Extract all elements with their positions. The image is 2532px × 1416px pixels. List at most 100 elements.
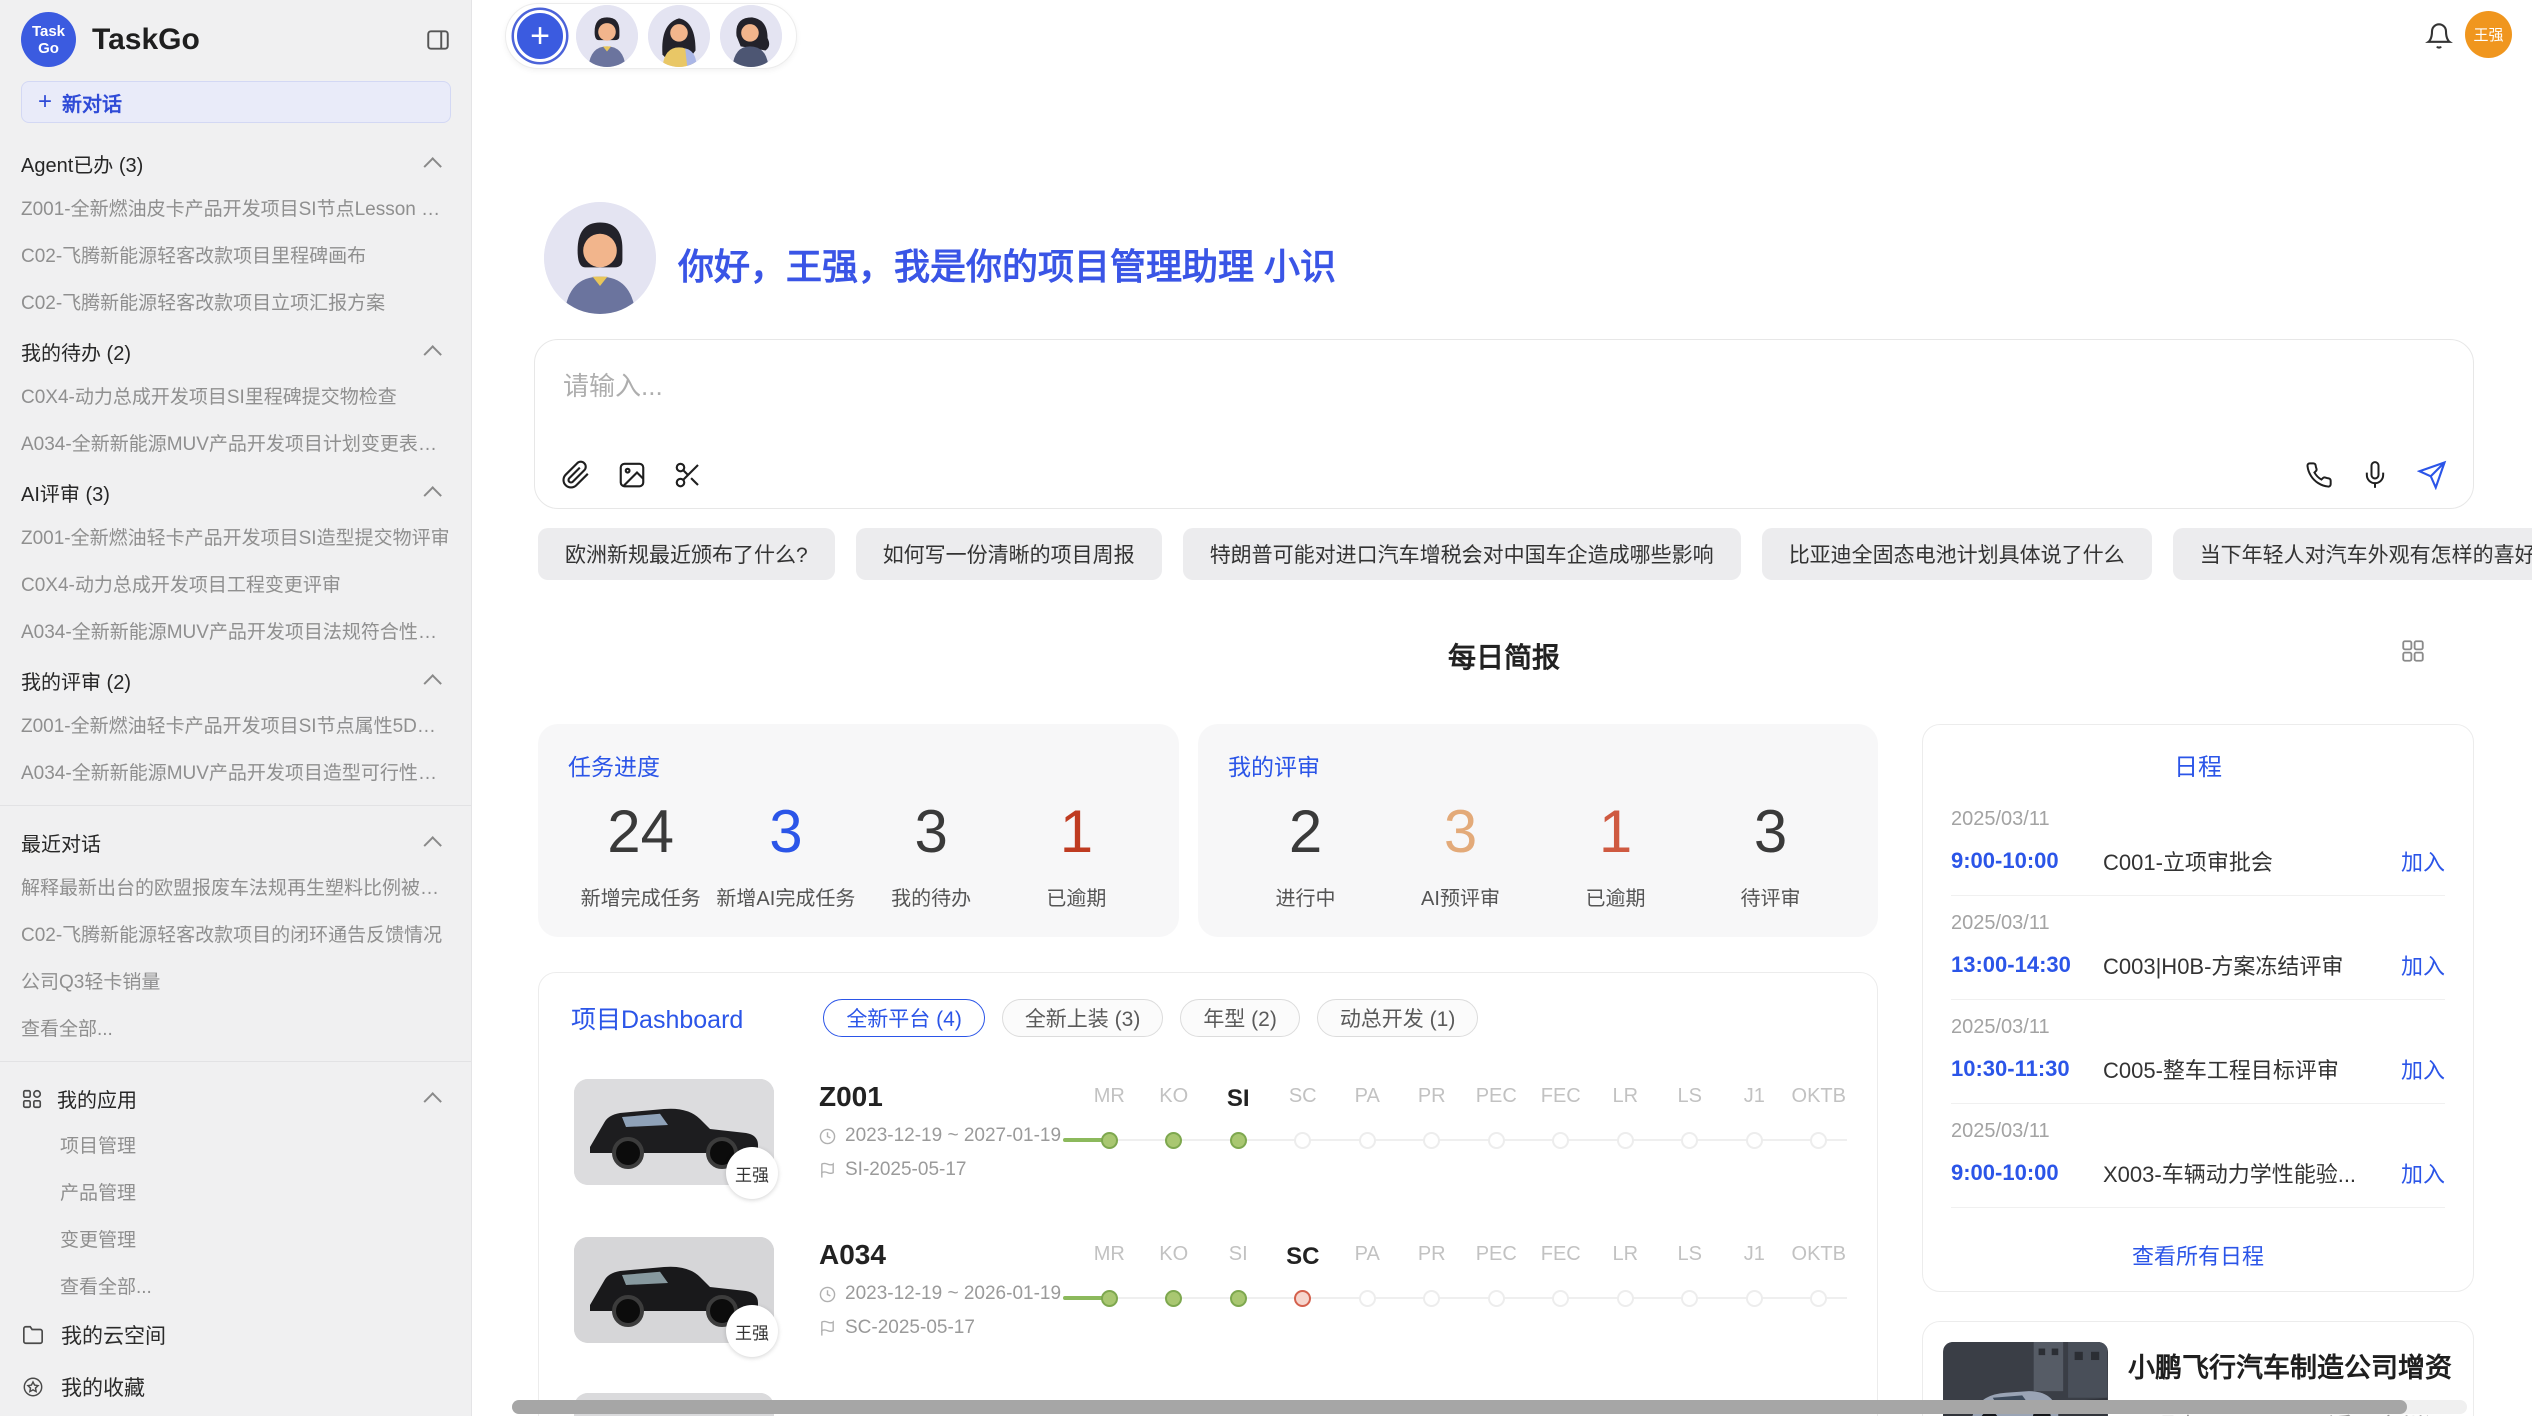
milestone-dot[interactable] (1617, 1290, 1634, 1307)
collapse-sidebar-icon[interactable] (425, 27, 451, 53)
schedule-item: 2025/03/11 10:30-11:30 C005-整车工程目标评审 加入 (1951, 1000, 2445, 1104)
list-item[interactable]: C02-飞腾新能源轻客改款项目里程碑画布 (0, 231, 471, 278)
schedule-event-name: C003|H0B-方案冻结评审 (2103, 949, 2401, 981)
milestone-timeline: MRKOSISCPAPRPECFECLRLSJ1OKTB (1077, 1085, 1851, 1185)
schedule-item: 2025/03/11 13:00-14:30 C003|H0B-方案冻结评审 加… (1951, 896, 2445, 1000)
sidebar-item-product-mgmt[interactable]: 产品管理 (0, 1168, 471, 1215)
milestone-dot[interactable] (1488, 1290, 1505, 1307)
milestone-dot[interactable] (1552, 1290, 1569, 1307)
tab-model-year[interactable]: 年型 (2) (1180, 999, 1300, 1037)
milestone-dot[interactable] (1230, 1290, 1247, 1307)
new-chat-button[interactable]: + 新对话 (21, 81, 451, 123)
chat-input-box[interactable]: 请输入... (534, 339, 2474, 509)
join-link[interactable]: 加入 (2401, 845, 2445, 877)
sidebar-item-change-mgmt[interactable]: 变更管理 (0, 1215, 471, 1262)
send-icon[interactable] (2417, 460, 2447, 490)
milestone-dot[interactable] (1681, 1290, 1698, 1307)
milestone-dot[interactable] (1488, 1132, 1505, 1149)
view-all-chats[interactable]: 查看全部... (0, 1004, 471, 1051)
section-ai-review[interactable]: AI评审 (3) (0, 466, 471, 513)
avatar[interactable] (576, 5, 638, 67)
section-recent-chats[interactable]: 最近对话 (0, 816, 471, 863)
list-item[interactable]: 解释最新出台的欧盟报废车法规再生塑料比例被调至15%... (0, 863, 471, 910)
project-row[interactable]: 王强 Z001 2023-12-19 ~ 2027-01-19 SI-2025-… (539, 1079, 1877, 1185)
list-item[interactable]: C0X4-动力总成开发项目工程变更评审 (0, 560, 471, 607)
list-item[interactable]: A034-全新新能源MUV产品开发项目计划变更表编写 (0, 419, 471, 466)
suggestion-chip[interactable]: 欧洲新规最近颁布了什么? (538, 528, 835, 580)
suggestion-chip[interactable]: 如何写一份清晰的项目周报 (856, 528, 1162, 580)
join-link[interactable]: 加入 (2401, 949, 2445, 981)
daily-brief-header: 每日简报 (534, 636, 2474, 676)
image-upload-icon[interactable] (617, 460, 647, 490)
list-item[interactable]: A034-全新新能源MUV产品开发项目法规符合性评审 (0, 607, 471, 654)
horizontal-scrollbar-thumb[interactable] (512, 1400, 2407, 1414)
milestone-dot[interactable] (1746, 1132, 1763, 1149)
list-item[interactable]: C0X4-动力总成开发项目SI里程碑提交物检查 (0, 372, 471, 419)
milestone-dot[interactable] (1230, 1132, 1247, 1149)
sidebar-item-my-apps[interactable]: 我的应用 (0, 1072, 471, 1121)
milestone-dot[interactable] (1423, 1290, 1440, 1307)
suggestion-chip[interactable]: 比亚迪全固态电池计划具体说了什么 (1762, 528, 2152, 580)
view-all-schedule-link[interactable]: 查看所有日程 (1951, 1239, 2445, 1275)
section-my-todo[interactable]: 我的待办 (2) (0, 325, 471, 372)
schedule-event-name: X003-车辆动力学性能验... (2103, 1157, 2401, 1189)
notification-bell-icon[interactable] (2425, 22, 2453, 50)
join-link[interactable]: 加入 (2401, 1053, 2445, 1085)
milestone-dot[interactable] (1552, 1132, 1569, 1149)
sidebar-item-favorites[interactable]: 我的收藏 (0, 1361, 471, 1413)
task-progress-card: 任务进度 24新增完成任务 3新增AI完成任务 3我的待办 1已逾期 (538, 724, 1179, 937)
attachment-icon[interactable] (561, 460, 591, 490)
milestone-dot[interactable] (1165, 1132, 1182, 1149)
list-item[interactable]: C02-飞腾新能源轻客改款项目的闭环通告反馈情况 (0, 910, 471, 957)
milestone-dot[interactable] (1294, 1290, 1311, 1307)
milestone-dot[interactable] (1810, 1290, 1827, 1307)
layout-grid-icon[interactable] (2400, 638, 2426, 664)
join-link[interactable]: 加入 (2401, 1157, 2445, 1189)
news-title: 小鹏飞行汽车制造公司增资 (2128, 1346, 2453, 1385)
stat-ai-prereview: 3AI预评审 (1383, 796, 1538, 911)
grid-icon (21, 1088, 43, 1110)
milestone-dot[interactable] (1617, 1132, 1634, 1149)
list-item[interactable]: 公司Q3轻卡销量 (0, 957, 471, 1004)
milestone-dot[interactable] (1681, 1132, 1698, 1149)
tab-new-platform[interactable]: 全新平台 (4) (823, 999, 985, 1037)
suggestion-chip[interactable]: 特朗普可能对进口汽车增税会对中国车企造成哪些影响 (1183, 528, 1741, 580)
avatar[interactable] (648, 5, 710, 67)
project-row[interactable]: 王强 A034 2023-12-19 ~ 2026-01-19 SC-2025-… (539, 1237, 1877, 1343)
section-agent-done[interactable]: Agent已办 (3) (0, 137, 471, 184)
sidebar-item-cloud-space[interactable]: 我的云空间 (0, 1309, 471, 1361)
milestone-dot[interactable] (1165, 1290, 1182, 1307)
milestone-dot[interactable] (1294, 1132, 1311, 1149)
view-all-apps[interactable]: 查看全部... (0, 1262, 471, 1309)
team-members-pill: + (505, 3, 797, 69)
microphone-icon[interactable] (2361, 461, 2389, 489)
milestone-dot[interactable] (1101, 1290, 1118, 1307)
schedule-date: 2025/03/11 (1951, 808, 2445, 831)
tab-powertrain[interactable]: 动总开发 (1) (1317, 999, 1479, 1037)
list-item[interactable]: Z001-全新燃油轻卡产品开发项目SI造型提交物评审 (0, 513, 471, 560)
sidebar-item-project-mgmt[interactable]: 项目管理 (0, 1121, 471, 1168)
milestone-dot[interactable] (1359, 1290, 1376, 1307)
scissors-icon[interactable] (673, 460, 703, 490)
tab-new-body[interactable]: 全新上装 (3) (1002, 999, 1164, 1037)
milestone-dot[interactable] (1746, 1290, 1763, 1307)
flag-icon (819, 1320, 836, 1337)
divider (0, 805, 471, 806)
milestone-dot[interactable] (1101, 1132, 1118, 1149)
list-item[interactable]: C02-飞腾新能源轻客改款项目立项汇报方案 (0, 278, 471, 325)
add-member-button[interactable]: + (514, 10, 566, 62)
milestone-dot[interactable] (1423, 1132, 1440, 1149)
list-item[interactable]: A034-全新新能源MUV产品开发项目造型可行性评审 (0, 748, 471, 795)
suggestion-chip[interactable]: 当下年轻人对汽车外观有怎样的喜好趋势 (2173, 528, 2532, 580)
chat-input-placeholder[interactable]: 请输入... (563, 366, 663, 403)
main-area: + 王强 你好，王强，我是你的项目管理助理 小识 请输入... (472, 0, 2532, 1416)
horizontal-scrollbar-track[interactable] (512, 1400, 2467, 1414)
milestone-dot[interactable] (1810, 1132, 1827, 1149)
user-avatar[interactable]: 王强 (2465, 11, 2512, 58)
milestone-dot[interactable] (1359, 1132, 1376, 1149)
list-item[interactable]: Z001-全新燃油轻卡产品开发项目SI节点属性5D文件评审 (0, 701, 471, 748)
phone-icon[interactable] (2305, 461, 2333, 489)
avatar[interactable] (720, 5, 782, 67)
section-my-review[interactable]: 我的评审 (2) (0, 654, 471, 701)
list-item[interactable]: Z001-全新燃油皮卡产品开发项目SI节点Lesson Learn报告 (0, 184, 471, 231)
